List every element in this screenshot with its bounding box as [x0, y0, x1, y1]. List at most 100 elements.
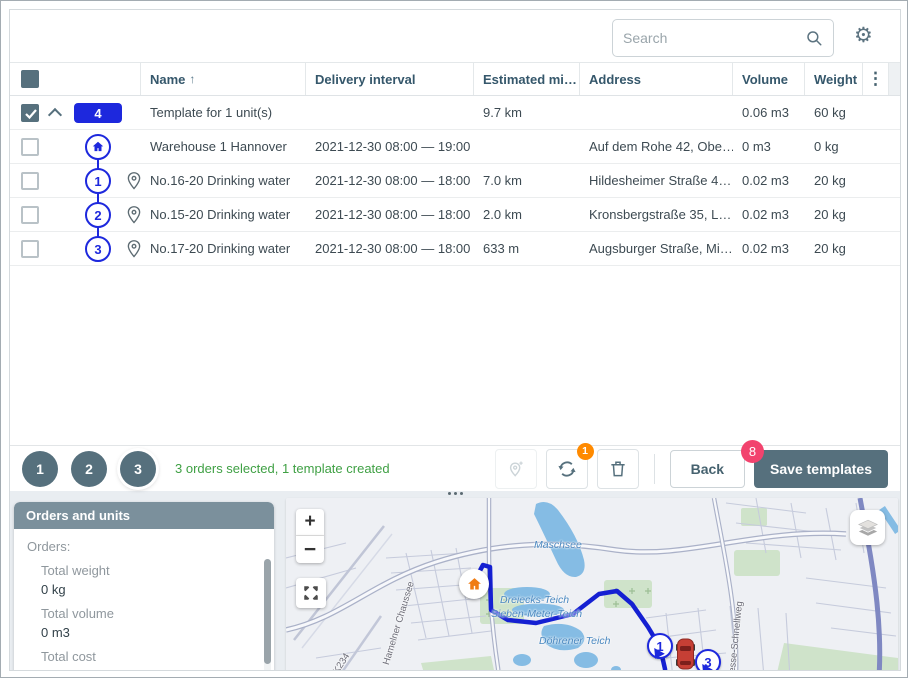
- panel-scrollbar-thumb[interactable]: [264, 559, 271, 664]
- panel-body: Orders: Total weight 0 kg Total volume 0…: [14, 529, 274, 671]
- map-label-dreiecks-teich: Dreiecks-Teich: [500, 594, 569, 606]
- map-zoom-in-button[interactable]: +: [296, 509, 324, 536]
- column-label: Weight: [814, 72, 857, 87]
- row-checkbox[interactable]: [21, 104, 39, 122]
- cell-address: Augsburger Straße, Mi…: [580, 241, 733, 256]
- collapse-chevron-icon[interactable]: [50, 106, 60, 116]
- column-header-weight[interactable]: Weight: [805, 63, 863, 95]
- row-select-cell: 1: [10, 164, 141, 197]
- cell-name: Warehouse 1 Hannover: [141, 139, 306, 154]
- vehicle-marker[interactable]: [675, 638, 696, 671]
- bottom-toolbar: 1 2 3 3 orders selected, 1 template crea…: [10, 445, 900, 491]
- column-header-volume[interactable]: Volume: [733, 63, 805, 95]
- trash-icon: [608, 458, 628, 479]
- table-row-order[interactable]: 3 No.17-20 Drinking water 2021-12-30 08:…: [10, 232, 900, 266]
- warehouse-home-icon: [85, 134, 111, 160]
- column-header-address[interactable]: Address: [580, 63, 733, 95]
- column-header-estimated-mileage[interactable]: Estimated mi…: [474, 63, 580, 95]
- hint-step-badge: 8: [741, 440, 764, 463]
- assign-location-button[interactable]: [495, 449, 537, 489]
- column-header-delivery-interval[interactable]: Delivery interval: [306, 63, 474, 95]
- back-button[interactable]: Back: [670, 450, 745, 488]
- top-bar: ⚙: [10, 10, 900, 62]
- table-empty-space: [10, 266, 900, 445]
- table-body: 4 Template for 1 unit(s) 9.7 km 0.06 m3 …: [10, 96, 900, 266]
- step-3-button[interactable]: 3: [120, 451, 156, 487]
- row-checkbox[interactable]: [21, 138, 39, 156]
- map-canvas[interactable]: Maschsee Dreiecks-Teich Sieben-Meter-Tei…: [286, 498, 898, 671]
- panel-scrollbar[interactable]: [264, 559, 271, 671]
- cell-volume: 0.02 m3: [733, 241, 805, 256]
- app-window: ⚙ Name ↑ Delivery interval Estimated mi……: [0, 0, 908, 678]
- header-select-cell: [10, 63, 141, 95]
- bottom-section: Orders and units Orders: Total weight 0 …: [10, 491, 900, 670]
- summary-label: Total volume: [41, 606, 250, 621]
- row-checkbox[interactable]: [21, 240, 39, 258]
- row-select-cell: 3: [10, 232, 141, 265]
- cell-weight: 20 kg: [805, 173, 863, 188]
- home-icon: [466, 576, 483, 593]
- settings-gear-icon[interactable]: ⚙: [854, 25, 873, 46]
- column-header-name[interactable]: Name ↑: [141, 63, 306, 95]
- table-header: Name ↑ Delivery interval Estimated mi… A…: [10, 62, 900, 96]
- search-box[interactable]: [612, 19, 834, 57]
- stop-number-badge: 1: [85, 168, 111, 194]
- toolbar-actions: 1 Back Save templates 8: [495, 449, 888, 489]
- reassign-count-badge: 1: [577, 443, 594, 460]
- select-all-checkbox[interactable]: [21, 70, 39, 88]
- cell-volume: 0.06 m3: [733, 105, 805, 120]
- reassign-unit-button[interactable]: 1: [546, 449, 588, 489]
- table-row-order[interactable]: 1 No.16-20 Drinking water 2021-12-30 08:…: [10, 164, 900, 198]
- status-text: 3 orders selected, 1 template created: [175, 461, 390, 476]
- orders-and-units-panel: Orders and units Orders: Total weight 0 …: [14, 502, 274, 671]
- map-layers-button[interactable]: [850, 510, 885, 545]
- sort-asc-icon: ↑: [189, 72, 195, 86]
- toolbar-divider: [654, 454, 655, 484]
- map-marker-stop-3[interactable]: 3: [695, 649, 721, 671]
- layers-icon: [856, 516, 880, 540]
- map-marker-stop-1[interactable]: 1: [647, 633, 673, 659]
- table-row-template[interactable]: 4 Template for 1 unit(s) 9.7 km 0.06 m3 …: [10, 96, 900, 130]
- search-input[interactable]: [623, 30, 805, 46]
- row-checkbox[interactable]: [21, 206, 39, 224]
- row-select-cell: [10, 130, 141, 163]
- stop-number-badge: 2: [85, 202, 111, 228]
- cell-weight: 60 kg: [805, 105, 863, 120]
- cell-address: Kronsbergstraße 35, L…: [580, 207, 733, 222]
- swap-arrows-icon: [556, 458, 578, 480]
- route-connector-line: [97, 147, 99, 249]
- summary-value: 0 kg: [41, 582, 250, 597]
- map-label-maschsee: Maschsee: [534, 539, 582, 551]
- summary-item: Total cost 0 €: [41, 649, 250, 671]
- column-label: Estimated mi…: [483, 72, 577, 87]
- summary-value: 0 m3: [41, 625, 250, 640]
- cell-delivery-interval: 2021-12-30 08:00 — 18:00: [306, 241, 474, 256]
- table-row-order[interactable]: 2 No.15-20 Drinking water 2021-12-30 08:…: [10, 198, 900, 232]
- cell-delivery-interval: 2021-12-30 08:00 — 18:00: [306, 173, 474, 188]
- table-scrollbar-gutter[interactable]: [889, 63, 900, 95]
- cell-delivery-interval: 2021-12-30 08:00 — 18:00: [306, 207, 474, 222]
- delete-button[interactable]: [597, 449, 639, 489]
- column-menu-button[interactable]: ⋮: [863, 63, 889, 95]
- cell-weight: 20 kg: [805, 241, 863, 256]
- save-templates-button[interactable]: Save templates 8: [754, 450, 888, 488]
- summary-item: Total volume 0 m3: [41, 606, 250, 640]
- cell-volume: 0.02 m3: [733, 173, 805, 188]
- stop-number-badge: 3: [85, 236, 111, 262]
- map-fullscreen-button[interactable]: [296, 578, 326, 608]
- cell-name: No.17-20 Drinking water: [141, 241, 306, 256]
- search-icon[interactable]: [805, 29, 823, 47]
- map-label-doehrener-teich: Döhrener Teich: [539, 635, 610, 647]
- step-1-button[interactable]: 1: [22, 451, 58, 487]
- map-zoom-out-button[interactable]: −: [296, 536, 324, 563]
- cell-delivery-interval: 2021-12-30 08:00 — 19:00: [306, 139, 474, 154]
- stops-count-badge: 4: [74, 103, 122, 123]
- table-row-warehouse[interactable]: Warehouse 1 Hannover 2021-12-30 08:00 — …: [10, 130, 900, 164]
- fullscreen-icon: [302, 584, 320, 602]
- warehouse-map-marker[interactable]: [459, 569, 489, 599]
- map-marker-stop-2[interactable]: 2: [698, 670, 724, 671]
- step-2-button[interactable]: 2: [71, 451, 107, 487]
- summary-item: Total weight 0 kg: [41, 563, 250, 597]
- row-checkbox[interactable]: [21, 172, 39, 190]
- cell-volume: 0 m3: [733, 139, 805, 154]
